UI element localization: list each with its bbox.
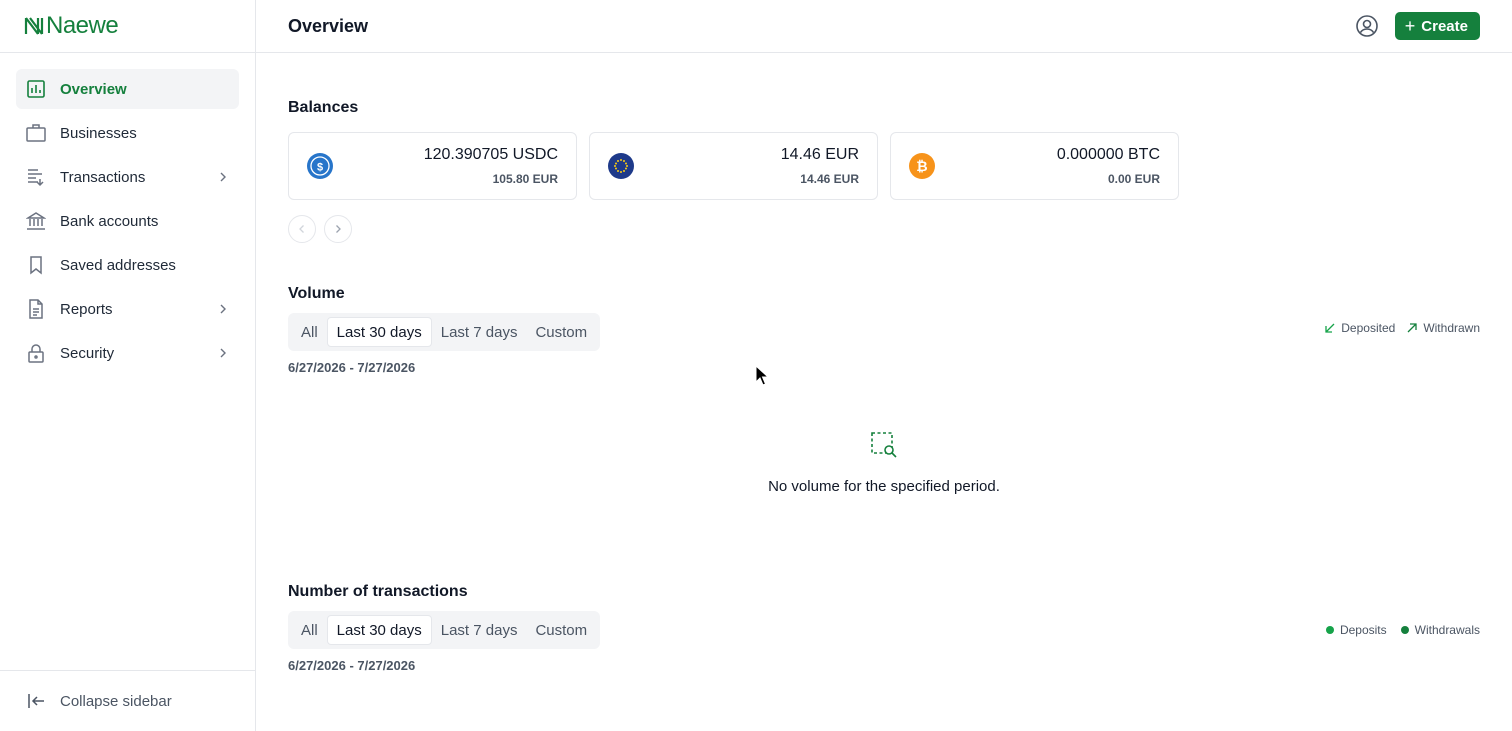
- tab-custom[interactable]: Custom: [526, 317, 596, 347]
- bitcoin-icon: ₿: [909, 153, 935, 179]
- sidebar-nav: Overview Businesses Transactions Bank ac…: [0, 53, 255, 373]
- bank-icon: [26, 211, 46, 231]
- top-header: Overview + Create: [256, 0, 1512, 53]
- sidebar-item-businesses[interactable]: Businesses: [16, 113, 239, 153]
- legend-withdrawn: Withdrawn: [1407, 321, 1480, 335]
- collapse-left-icon: [28, 694, 44, 708]
- deposits-dot-icon: [1325, 626, 1334, 634]
- legend-withdrawals: Withdrawals: [1400, 623, 1480, 637]
- balance-fiat-value: 14.46 EUR: [800, 172, 859, 186]
- sidebar-item-label: Transactions: [60, 168, 146, 186]
- legend-deposited: Deposited: [1325, 321, 1395, 335]
- svg-text:₿: ₿: [916, 158, 927, 174]
- plus-icon: +: [1404, 16, 1416, 36]
- balance-amount: 120.390705 USDC: [423, 146, 558, 163]
- balance-fiat-value: 0.00 EUR: [1107, 172, 1160, 186]
- withdrawals-dot-icon: [1400, 626, 1409, 634]
- sidebar-item-reports[interactable]: Reports: [16, 289, 239, 329]
- volume-period-tabs: All Last 30 days Last 7 days Custom: [288, 313, 601, 351]
- tab-all[interactable]: All: [292, 615, 327, 645]
- chevron-right-icon: [220, 348, 226, 358]
- volume-date-range: 6/27/2026 - 7/27/2026: [288, 360, 416, 375]
- sidebar-item-label: Overview: [60, 80, 127, 98]
- transactions-icon: [26, 167, 46, 187]
- logo[interactable]: Naewe: [0, 0, 255, 53]
- chevron-left-icon: [299, 225, 304, 233]
- svg-text:$: $: [317, 162, 323, 174]
- app-name: Naewe: [46, 12, 119, 39]
- volume-empty-state: No volume for the specified period.: [288, 431, 1480, 495]
- mouse-cursor-icon: [755, 365, 769, 386]
- carousel-prev-button[interactable]: [288, 215, 316, 243]
- volume-title: Volume: [288, 285, 345, 302]
- sidebar-item-saved-addresses[interactable]: Saved addresses: [16, 245, 239, 285]
- transactions-period-tabs: All Last 30 days Last 7 days Custom: [288, 611, 601, 649]
- transactions-count-title: Number of transactions: [288, 583, 468, 600]
- carousel-next-button[interactable]: [324, 215, 352, 243]
- sidebar-item-label: Reports: [60, 300, 113, 318]
- legend-deposits: Deposits: [1325, 623, 1387, 637]
- tab-all[interactable]: All: [292, 317, 327, 347]
- usdc-icon: $: [307, 153, 333, 179]
- create-button-label: Create: [1421, 17, 1468, 35]
- transactions-date-range: 6/27/2026 - 7/27/2026: [288, 658, 416, 673]
- balance-amount: 14.46 EUR: [780, 146, 859, 163]
- sidebar-item-security[interactable]: Security: [16, 333, 239, 373]
- transactions-legend: Deposits Withdrawals: [1325, 623, 1480, 637]
- chevron-right-icon: [336, 225, 341, 233]
- balance-card-eur[interactable]: 14.46 EUR 14.46 EUR: [589, 132, 878, 200]
- carousel-controls: [288, 215, 352, 243]
- tab-last-7-days[interactable]: Last 7 days: [432, 317, 527, 347]
- volume-legend: Deposited Withdrawn: [1325, 321, 1480, 335]
- balance-card-usdc[interactable]: $ 120.390705 USDC 105.80 EUR: [288, 132, 577, 200]
- transactions-count-section: Number of transactions Deposits Withdraw…: [288, 583, 1480, 673]
- lock-icon: [26, 343, 46, 363]
- sidebar-item-overview[interactable]: Overview: [16, 69, 239, 109]
- balance-cards: $ 120.390705 USDC 105.80 EUR 14.46 EUR 1…: [288, 132, 1179, 200]
- naewe-logo-icon: [24, 17, 44, 35]
- collapse-sidebar-button[interactable]: Collapse sidebar: [0, 670, 255, 731]
- sidebar-item-label: Security: [60, 344, 115, 362]
- balances-title: Balances: [288, 99, 359, 116]
- collapse-sidebar-label: Collapse sidebar: [60, 692, 172, 710]
- chevron-right-icon: [220, 304, 226, 314]
- volume-section: Volume Deposited Withdrawn All Last 30 d…: [288, 285, 1480, 375]
- balance-fiat-value: 105.80 EUR: [492, 172, 558, 186]
- sidebar-item-label: Bank accounts: [60, 212, 159, 230]
- user-profile-icon[interactable]: [1355, 14, 1379, 38]
- sidebar-item-label: Saved addresses: [60, 256, 176, 274]
- tab-last-30-days[interactable]: Last 30 days: [326, 317, 432, 347]
- sidebar-item-label: Businesses: [60, 124, 137, 142]
- arrow-down-left-icon: [1325, 323, 1335, 333]
- euro-icon: [608, 153, 634, 179]
- search-empty-icon: [871, 432, 897, 458]
- tab-last-7-days[interactable]: Last 7 days: [432, 615, 527, 645]
- balance-amount: 0.000000 BTC: [1056, 146, 1160, 163]
- bookmark-icon: [26, 255, 46, 275]
- sidebar-item-bank-accounts[interactable]: Bank accounts: [16, 201, 239, 241]
- sidebar-item-transactions[interactable]: Transactions: [16, 157, 239, 197]
- document-icon: [26, 299, 46, 319]
- page-title: Overview: [288, 15, 369, 36]
- bar-chart-icon: [26, 79, 46, 99]
- arrow-up-right-icon: [1407, 323, 1417, 333]
- balance-card-btc[interactable]: ₿ 0.000000 BTC 0.00 EUR: [890, 132, 1179, 200]
- empty-message: No volume for the specified period.: [768, 478, 1000, 495]
- sidebar: Naewe Overview Businesses Transactions B…: [0, 0, 256, 731]
- chevron-right-icon: [220, 172, 226, 182]
- tab-last-30-days[interactable]: Last 30 days: [326, 615, 432, 645]
- briefcase-icon: [26, 123, 46, 143]
- create-button[interactable]: + Create: [1394, 12, 1480, 40]
- tab-custom[interactable]: Custom: [526, 615, 596, 645]
